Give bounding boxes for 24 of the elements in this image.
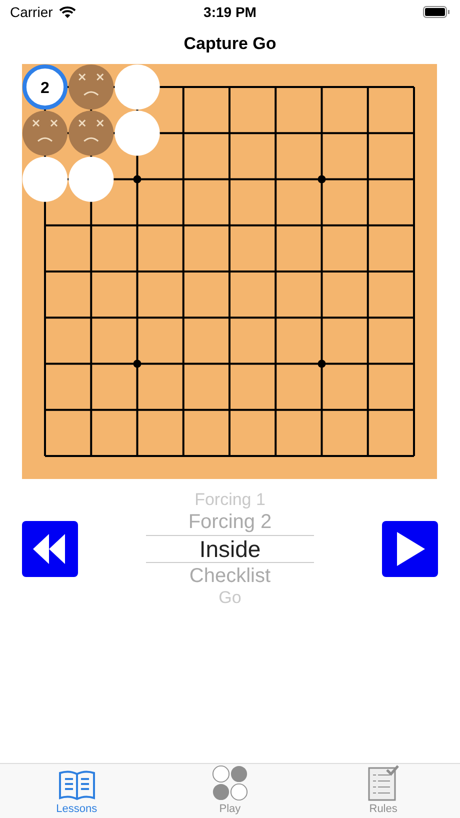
- book-icon: [56, 769, 97, 801]
- carrier-label: Carrier: [10, 4, 53, 20]
- tab[interactable]: Rules: [306, 764, 460, 818]
- star-point: [133, 175, 142, 184]
- star-point: [318, 360, 326, 368]
- status-time: 3:19 PM: [204, 4, 256, 20]
- rewind-button[interactable]: [22, 521, 78, 577]
- tab[interactable]: Lessons: [0, 764, 154, 818]
- wifi-icon: [58, 6, 76, 18]
- nav-title: Capture Go: [184, 34, 276, 54]
- picker-item[interactable]: Checklist: [189, 563, 271, 589]
- picker-item[interactable]: Forcing 2: [188, 509, 272, 535]
- rewind-icon: [33, 534, 67, 564]
- play-button[interactable]: [382, 521, 438, 577]
- play-icon: [395, 532, 425, 566]
- tab[interactable]: Play: [153, 764, 307, 818]
- stone[interactable]: [114, 110, 160, 156]
- star-point: [318, 175, 326, 184]
- stone[interactable]: [68, 156, 114, 202]
- stone[interactable]: [114, 64, 160, 110]
- picker-item[interactable]: Inside: [146, 535, 314, 563]
- star-point: [133, 360, 142, 368]
- stone[interactable]: [22, 156, 68, 202]
- battery-icon: [423, 6, 450, 18]
